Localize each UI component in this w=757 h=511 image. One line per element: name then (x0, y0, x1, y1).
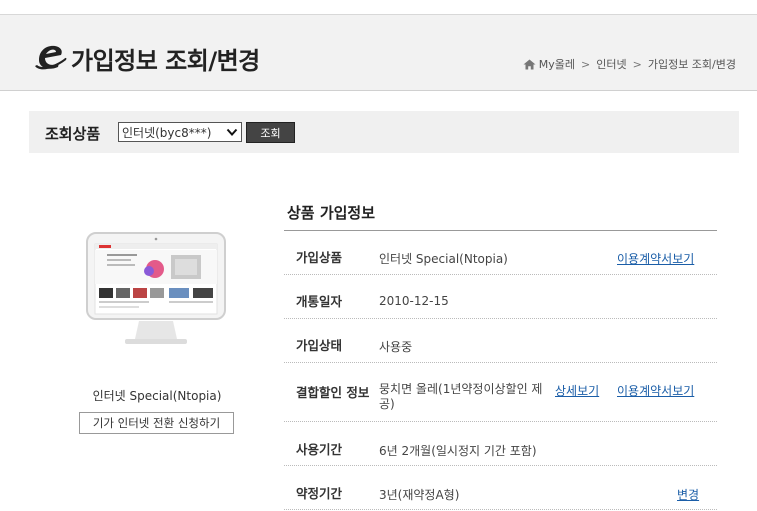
row-value: 뭉치면 올레(1년약정이상할인 제공) (379, 382, 543, 411)
query-button[interactable]: 조회 (246, 122, 295, 143)
breadcrumb: My올레 > 인터넷 > 가입정보 조회/변경 (523, 56, 736, 72)
breadcrumb-my-olleh[interactable]: My올레 (539, 56, 575, 72)
info-row-status: 가입상태 사용중 (284, 319, 717, 363)
giga-internet-switch-button[interactable]: 기가 인터넷 전환 신청하기 (79, 412, 234, 434)
row-label: 약정기간 (296, 486, 343, 501)
row-label: 결합할인 정보 (296, 385, 370, 400)
home-icon[interactable] (523, 59, 536, 70)
info-row-contract-period: 약정기간 3년(재약정A형) 변경 (284, 466, 717, 510)
row-value: 사용중 (379, 340, 413, 354)
product-select-value: 인터넷(byc8***) (122, 125, 212, 140)
row-label: 사용기간 (296, 442, 343, 457)
row-value: 3년(재약정A형) (379, 488, 460, 502)
monitor-image (86, 232, 226, 344)
info-row-bundle-discount: 결합할인 정보 뭉치면 올레(1년약정이상할인 제공) 상세보기 이용계약서보기 (284, 363, 717, 422)
query-label: 조회상품 (45, 125, 101, 143)
row-label: 가입상태 (296, 338, 343, 353)
product-name: 인터넷 Special(Ntopia) (92, 389, 222, 403)
row-value: 인터넷 Special(Ntopia) (379, 252, 508, 266)
contract-change-link[interactable]: 변경 (677, 486, 699, 503)
page-title: 가입정보 조회/변경 (71, 47, 260, 75)
breadcrumb-separator: > (632, 57, 642, 71)
breadcrumb-current[interactable]: 가입정보 조회/변경 (648, 56, 736, 72)
bundle-contract-view-link[interactable]: 이용계약서보기 (617, 382, 694, 399)
contract-view-link[interactable]: 이용계약서보기 (617, 250, 694, 267)
info-row-usage-period: 사용기간 6년 2개월(일시정지 기간 포함) (284, 422, 717, 466)
row-value: 2010-12-15 (379, 294, 449, 308)
info-row-open-date: 개통일자 2010-12-15 (284, 275, 717, 319)
internet-e-icon (35, 45, 67, 70)
info-row-subscription-product: 가입상품 인터넷 Special(Ntopia) 이용계약서보기 (284, 231, 717, 275)
chevron-down-icon (226, 128, 238, 136)
bundle-detail-link[interactable]: 상세보기 (555, 382, 599, 399)
section-title: 상품 가입정보 (287, 204, 376, 222)
query-bar: 조회상품 인터넷(byc8***) 조회 (29, 111, 739, 153)
row-label: 가입상품 (296, 250, 343, 265)
breadcrumb-separator: > (581, 57, 591, 71)
page: 가입정보 조회/변경 My올레 > 인터넷 > 가입정보 조회/변경 조회상품 … (0, 0, 757, 511)
row-value: 6년 2개월(일시정지 기간 포함) (379, 444, 537, 458)
breadcrumb-internet[interactable]: 인터넷 (596, 56, 626, 72)
row-label: 개통일자 (296, 294, 343, 309)
product-select[interactable]: 인터넷(byc8***) (118, 122, 242, 142)
page-header: 가입정보 조회/변경 My올레 > 인터넷 > 가입정보 조회/변경 (0, 14, 757, 91)
